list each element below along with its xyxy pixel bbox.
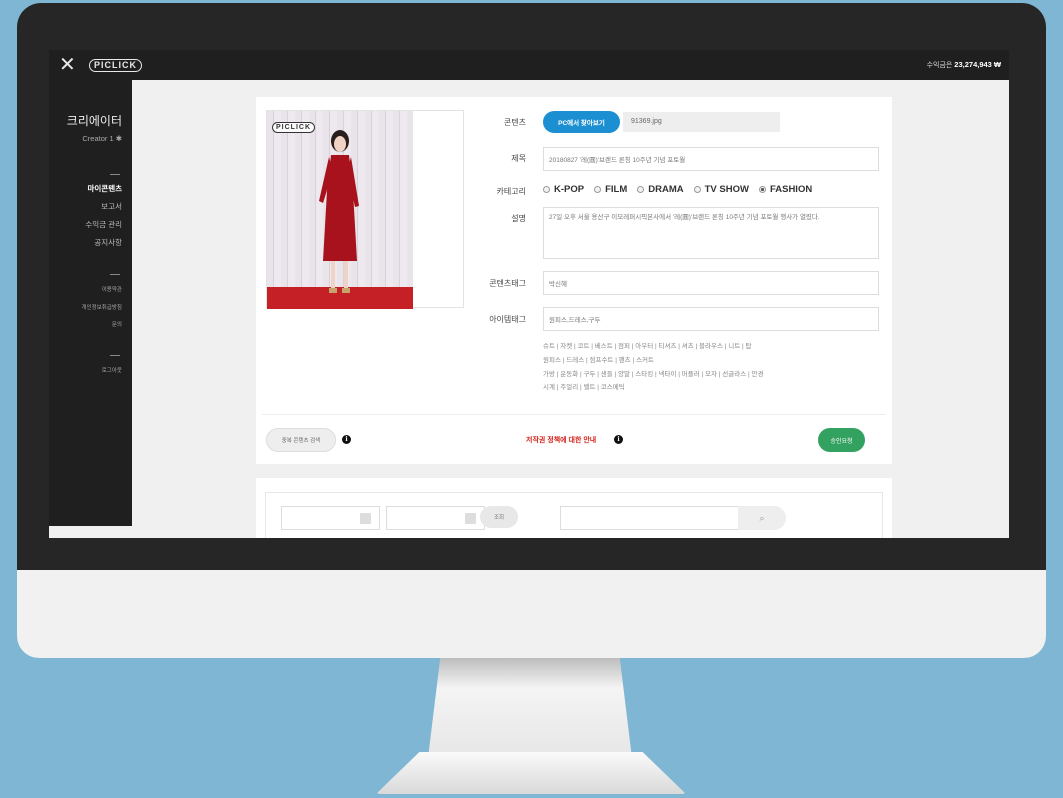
info-icon[interactable]: i [342, 435, 351, 444]
calendar-icon[interactable] [360, 513, 371, 524]
category-kpop-label: K-POP [554, 184, 585, 195]
end-date-input[interactable] [386, 506, 485, 530]
upload-form-card: PICLICK 콘텐츠 PC에서 찾아보기 91369.jpg 제목 20180… [256, 97, 892, 464]
earnings-label: 수익금은 [926, 62, 953, 69]
watermark-logo: PICLICK [272, 122, 315, 133]
tag-row-jewelry[interactable]: 시계 | 주얼리 | 벨트 | 코스메틱 [543, 381, 883, 395]
monitor-chin [17, 570, 1046, 658]
sidebar-link-privacy[interactable]: 개인정보취급방침 [82, 303, 122, 311]
sidebar-link-logout[interactable]: 로그아웃 [102, 366, 122, 374]
item-tag-label: 아이템태그 [489, 315, 526, 324]
divider [262, 414, 886, 415]
duplicate-search-button[interactable]: 중복 콘텐츠 검색 [266, 428, 336, 452]
title-label: 제목 [511, 154, 526, 163]
filter-bar: 조회 ⌕ [265, 492, 883, 538]
description-textarea[interactable]: 27일 오후 서울 용산구 이모레퍼시픽본사에서 '레(圓)'브랜드 론칭 10… [543, 207, 879, 259]
close-icon[interactable]: ✕ [59, 54, 77, 76]
sidebar-link-contact[interactable]: 문의 [112, 320, 122, 328]
radio-button-selected[interactable] [758, 186, 766, 193]
sidebar: 크리에이터 Creator 1 ✱ 마이콘텐츠 보고서 수익금 관리 공지사항 … [49, 80, 132, 526]
tag-row-clothing[interactable]: 슈트 | 자켓 | 코트 | 베스트 | 점퍼 | 아우터 | 티셔츠 | 셔츠… [543, 340, 883, 354]
search-icon[interactable]: ⌕ [738, 506, 786, 530]
content-tag-input[interactable]: 박신혜 [543, 271, 879, 295]
earnings-display: 수익금은 23,274,943 ₩ [927, 60, 1001, 70]
category-drama[interactable]: DRAMA [637, 184, 684, 195]
title-input[interactable]: 20180827 '레(圓)'브랜드 론칭 10주년 기념 포토월 [543, 147, 879, 171]
category-tvshow[interactable]: TV SHOW [693, 184, 749, 195]
sidebar-item-earnings[interactable]: 수익금 관리 [85, 219, 122, 230]
sidebar-link-terms[interactable]: 이용약관 [102, 285, 122, 293]
category-radio-group: K-POP FILM DRAMA TV SHOW FASHION [543, 184, 812, 195]
sidebar-title: 크리에이터 [66, 114, 122, 128]
radio-button[interactable] [637, 186, 645, 193]
monitor-stand-neck [428, 658, 632, 758]
filter-card: 조회 ⌕ [256, 478, 892, 538]
earnings-value: 23,274,943 ₩ [954, 60, 1001, 69]
divider [110, 355, 120, 356]
tag-row-accessories[interactable]: 가방 | 운동화 | 구두 | 샌들 | 양말 | 스타킹 | 넥타이 | 머플… [543, 368, 883, 382]
approval-request-button[interactable]: 승인요청 [818, 428, 865, 452]
info-icon[interactable]: i [614, 435, 623, 444]
calendar-icon[interactable] [465, 513, 476, 524]
radio-button[interactable] [693, 186, 701, 193]
category-label: 카테고리 [496, 187, 526, 196]
item-tag-input[interactable]: 원피스,드레스,구두 [543, 307, 879, 331]
start-date-input[interactable] [281, 506, 380, 530]
category-tvshow-label: TV SHOW [704, 184, 749, 195]
divider [110, 174, 120, 175]
monitor-stand-base [376, 752, 686, 794]
person-figure [319, 130, 359, 293]
tag-suggestions: 슈트 | 자켓 | 코트 | 베스트 | 점퍼 | 아우터 | 티셔츠 | 셔츠… [543, 340, 883, 395]
content-label: 콘텐츠 [503, 118, 526, 127]
sidebar-item-my-contents[interactable]: 마이콘텐츠 [88, 183, 123, 194]
top-bar: ✕ PICLICK 수익금은 23,274,943 ₩ [49, 50, 1009, 80]
query-button[interactable]: 조회 [480, 506, 518, 528]
category-fashion-label: FASHION [769, 184, 813, 195]
category-kpop[interactable]: K-POP [543, 184, 584, 195]
preview-image: PICLICK [267, 111, 413, 309]
copyright-notice-link[interactable]: 저작권 정책에 대한 안내 [526, 435, 596, 445]
creator-name[interactable]: Creator 1 ✱ [82, 134, 122, 143]
sidebar-item-notice[interactable]: 공지사항 [94, 237, 122, 248]
divider [110, 274, 120, 275]
main-content: PICLICK 콘텐츠 PC에서 찾아보기 91369.jpg 제목 20180… [132, 80, 1009, 538]
category-film[interactable]: FILM [594, 184, 627, 195]
category-fashion[interactable]: FASHION [758, 184, 813, 195]
content-tag-label: 콘텐츠태그 [489, 279, 526, 288]
category-film-label: FILM [605, 184, 628, 195]
sidebar-item-report[interactable]: 보고서 [101, 201, 122, 212]
browse-file-button[interactable]: PC에서 찾아보기 [543, 111, 620, 133]
tag-row-dress[interactable]: 원피스 | 드레스 | 점프수트 | 팬츠 | 스커트 [543, 354, 883, 368]
search-input[interactable] [560, 506, 740, 530]
screen: ✕ PICLICK 수익금은 23,274,943 ₩ 크리에이터 Creato… [49, 50, 1009, 538]
category-drama-label: DRAMA [648, 184, 684, 195]
logo[interactable]: PICLICK [89, 59, 142, 72]
content-preview: PICLICK [266, 110, 464, 309]
file-name-field: 91369.jpg [623, 112, 780, 132]
description-label: 설명 [511, 214, 526, 223]
radio-button[interactable] [543, 186, 550, 193]
radio-button[interactable] [594, 186, 602, 193]
